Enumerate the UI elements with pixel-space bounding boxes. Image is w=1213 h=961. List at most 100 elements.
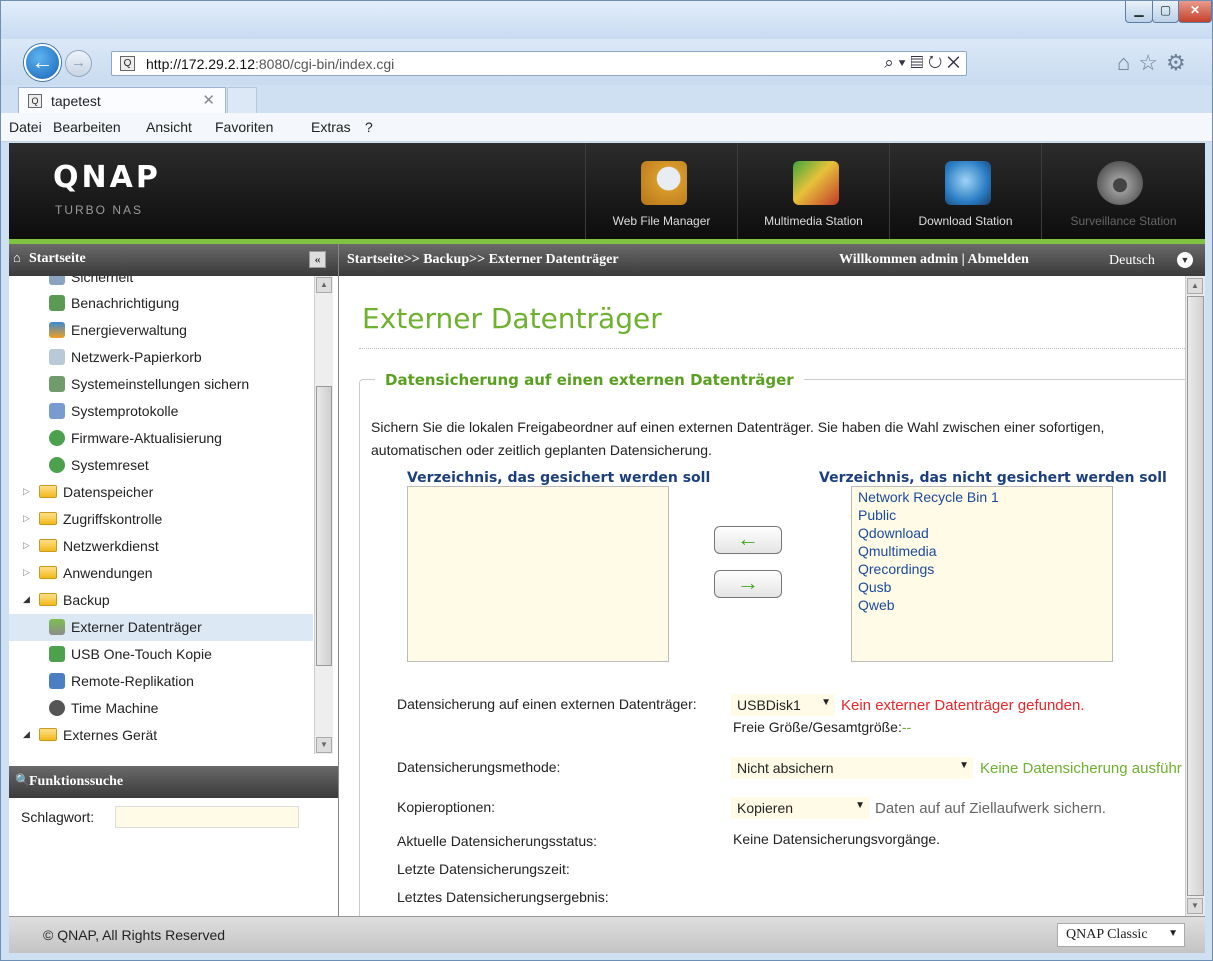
settings-backup-icon [49, 376, 65, 392]
last-backup-result-label: Letztes Datensicherungsergebnis: [397, 889, 609, 905]
breadcrumb: Startseite>> Backup>> Externer Datenträg… [347, 252, 619, 267]
menu-bearbeiten[interactable]: Bearbeiten [53, 119, 121, 135]
notification-icon [49, 295, 65, 311]
menu-extras[interactable]: Extras [311, 119, 351, 135]
apple-icon [49, 700, 65, 716]
chevron-down-icon: ▼ [821, 697, 831, 708]
title-divider [359, 348, 1185, 349]
close-button[interactable]: ✕ [1178, 1, 1212, 23]
menu-datei[interactable]: Datei [9, 119, 42, 135]
sidebar-item-label: Systemeinstellungen sichern [71, 376, 250, 392]
last-backup-time-label: Letzte Datensicherungszeit: [397, 861, 570, 877]
move-left-arrow-icon[interactable]: ← [714, 526, 782, 554]
menu-favoriten[interactable]: Favoriten [215, 119, 273, 135]
recycle-bin-icon [49, 349, 65, 365]
page-title: Externer Datenträger [362, 302, 662, 335]
reset-icon [49, 457, 65, 473]
app-surveillance-station[interactable]: Surveillance Station [1041, 143, 1205, 239]
scrollbar-thumb[interactable] [316, 386, 332, 666]
home-star-gear-icons[interactable]: ⌂☆⚙ [1117, 50, 1194, 76]
folder-icon [39, 512, 57, 525]
keyword-input[interactable] [115, 806, 299, 828]
copy-options-select[interactable]: Kopieren ▼ [731, 797, 869, 819]
sidebar-item-externer-datentraeger[interactable]: Externer Datenträger [9, 614, 313, 641]
app-web-file-manager[interactable]: Web File Manager [585, 143, 737, 239]
sidebar-item-label: Systemreset [71, 457, 149, 473]
list-item[interactable]: Qweb [858, 597, 895, 613]
method-note: Keine Datensicherung ausführ [980, 760, 1182, 777]
method-select[interactable]: Nicht absichern ▼ [731, 757, 973, 779]
search-icon: 🔍 [15, 773, 30, 787]
maximize-button[interactable]: ▢ [1152, 1, 1179, 23]
section-title: Datensicherung auf einen externen Datent… [375, 371, 804, 389]
magnifier-folder-icon [641, 161, 687, 205]
target-label: Datensicherung auf einen externen Datent… [397, 696, 697, 712]
tab-close-icon[interactable]: ✕ [202, 91, 215, 109]
home-icon: ⌂ [13, 250, 21, 265]
footer: © QNAP, All Rights Reserved QNAP Classic… [9, 916, 1205, 953]
list-item[interactable]: Qmultimedia [858, 543, 937, 559]
browser-window: ▁ ▢ ✕ ← → Q http://172.29.2.12:8080/cgi-… [0, 0, 1213, 961]
theme-select[interactable]: QNAP Classic ▼ [1057, 923, 1185, 947]
new-tab-button[interactable] [227, 87, 257, 114]
external-drive-icon [49, 619, 65, 635]
replication-icon [49, 673, 65, 689]
globe-download-icon [945, 161, 991, 205]
site-favicon-icon: Q [120, 56, 135, 71]
collapse-sidebar-button[interactable]: « [309, 251, 326, 268]
tab-favicon-icon: Q [28, 94, 42, 108]
list-item[interactable]: Network Recycle Bin 1 [858, 489, 999, 505]
target-value: USBDisk1 [737, 697, 801, 713]
folder-icon [39, 485, 57, 498]
language-dropdown-icon[interactable]: ▼ [1177, 252, 1193, 268]
welcome-logout-link[interactable]: Willkommen admin | Abmelden [839, 252, 1029, 268]
scroll-down-icon[interactable]: ▼ [316, 737, 332, 753]
app-download-station[interactable]: Download Station [889, 143, 1041, 239]
sidebar-item-label: Remote-Replikation [71, 673, 194, 689]
menu-ansicht[interactable]: Ansicht [146, 119, 192, 135]
copy-options-note: Daten auf auf Ziellaufwerk sichern. [875, 800, 1106, 817]
scroll-up-icon[interactable]: ▲ [1187, 278, 1203, 294]
address-bar[interactable]: Q http://172.29.2.12:8080/cgi-bin/index.… [111, 51, 967, 76]
app-multimedia-station[interactable]: Multimedia Station [737, 143, 889, 239]
sidebar-item-label: Firmware-Aktualisierung [71, 430, 222, 446]
scroll-up-icon[interactable]: ▲ [316, 277, 332, 293]
tab-tapetest[interactable]: Q tapetest ✕ [18, 87, 226, 114]
breadcrumb-bar: Startseite>> Backup>> Externer Datenträg… [339, 244, 1205, 276]
move-right-arrow-icon[interactable]: → [714, 570, 782, 598]
open-folder-icon [39, 728, 57, 741]
lock-icon [49, 276, 65, 285]
list-item[interactable]: Public [858, 507, 896, 523]
expand-icon: ▷ [23, 513, 30, 523]
sidebar-item-label: Backup [63, 592, 110, 608]
sidebar-title[interactable]: Startseite [29, 251, 86, 267]
list-item[interactable]: Qdownload [858, 525, 929, 541]
qnap-subtitle: TURBO NAS [55, 203, 144, 217]
media-icon [793, 161, 839, 205]
content-scrollbar[interactable]: ▲ ▼ [1185, 276, 1205, 916]
minimize-button[interactable]: ▁ [1125, 1, 1153, 23]
method-label: Datensicherungsmethode: [397, 759, 561, 775]
free-size-label: Freie Größe/Gesamtgröße: [733, 719, 902, 735]
list-item[interactable]: Qusb [858, 579, 891, 595]
scroll-down-icon[interactable]: ▼ [1187, 898, 1203, 914]
url-host: http://172.29.2.12 [146, 56, 255, 72]
included-folders-list[interactable] [407, 486, 669, 662]
back-arrow-icon[interactable]: ← [24, 44, 61, 81]
sidebar-item-label: Energieverwaltung [71, 322, 187, 338]
sidebar-scrollbar[interactable]: ▲ ▼ [314, 276, 333, 754]
free-size-value: -- [901, 719, 912, 735]
list-item[interactable]: Qrecordings [858, 561, 934, 577]
excluded-folders-list[interactable]: Network Recycle Bin 1 Public Qdownload Q… [851, 486, 1113, 662]
language-select[interactable]: Deutsch [1109, 253, 1155, 269]
search-refresh-stop-icons[interactable]: ⌕ ▾ ▤ ↻ ✕ [884, 53, 960, 73]
copy-options-label: Kopieroptionen: [397, 799, 496, 815]
forward-arrow-icon[interactable]: → [65, 50, 92, 77]
sidebar-item-label: Netzwerkdienst [63, 538, 159, 554]
chevron-down-icon: ▼ [855, 800, 865, 811]
target-select[interactable]: USBDisk1 ▼ [731, 694, 835, 716]
sidebar: ⌂ Startseite « Sicherheit Benachrichtigu… [9, 244, 339, 916]
menu-help[interactable]: ? [365, 119, 373, 135]
function-search-title: Funktionssuche [29, 774, 124, 789]
scrollbar-thumb[interactable] [1187, 296, 1204, 896]
